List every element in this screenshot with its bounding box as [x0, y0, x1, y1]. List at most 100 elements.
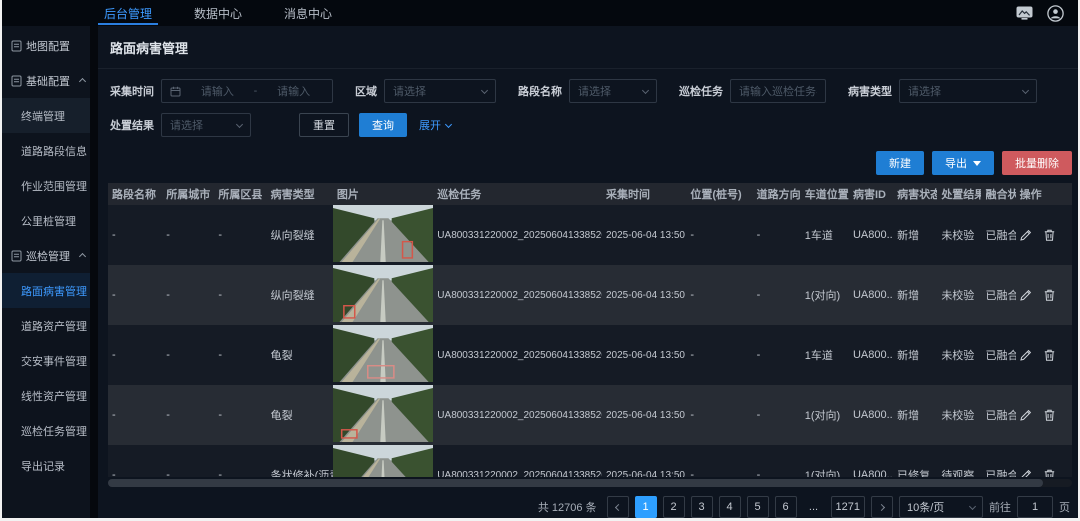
top-tab-backend[interactable]: 后台管理: [104, 0, 152, 26]
cell-county: -: [214, 325, 266, 385]
road-name-select[interactable]: 请选择: [569, 79, 657, 103]
cell-road-name: -: [108, 205, 162, 265]
top-tab-data-center[interactable]: 数据中心: [194, 0, 242, 26]
delete-button[interactable]: [1044, 289, 1055, 301]
sidebar-item-map-config[interactable]: 地图配置: [2, 28, 90, 63]
main-content: 路面病害管理 采集时间 请输入 - 请输入: [98, 26, 1078, 518]
user-avatar-icon[interactable]: [1047, 5, 1064, 22]
table-row[interactable]: ---龟裂UA800331220002_20250604133852059202…: [108, 325, 1072, 385]
edit-button[interactable]: [1020, 469, 1032, 477]
edit-button[interactable]: [1020, 349, 1032, 361]
cell-status: 新增: [893, 265, 937, 325]
page-title: 路面病害管理: [98, 26, 1078, 69]
cell-position: -: [686, 385, 752, 445]
disease-type-select[interactable]: 请选择: [899, 79, 1037, 103]
edit-button[interactable]: [1020, 409, 1032, 421]
sidebar-item-inspection-task-mgmt[interactable]: 巡检任务管理: [2, 413, 90, 448]
cell-task: UA800331220002_20250604133852059: [433, 265, 602, 325]
sidebar-item-road-section-info[interactable]: 道路路段信息: [2, 133, 90, 168]
page-button-3[interactable]: 3: [691, 496, 713, 518]
sidebar-item-basic-config[interactable]: 基础配置: [2, 63, 90, 98]
page-more-button[interactable]: ...: [803, 496, 825, 518]
disease-type-label: 病害类型: [848, 83, 892, 99]
prev-page-button[interactable]: [607, 496, 629, 518]
cell-task: UA800331220002_20250604133852059: [433, 385, 602, 445]
cell-road-name: -: [108, 265, 162, 325]
delete-button[interactable]: [1044, 349, 1055, 361]
cell-city: -: [162, 385, 214, 445]
sidebar-item-road-disease-mgmt[interactable]: 路面病害管理: [2, 273, 90, 308]
cell-direction: -: [753, 205, 801, 265]
app-window: 后台管理 数据中心 消息中心 地图配置基础配置终端管理道路路段信息作业范围管理公里桩…: [2, 0, 1078, 518]
delete-button[interactable]: [1044, 469, 1055, 477]
horizontal-scrollbar[interactable]: [108, 479, 1072, 487]
expand-toggle[interactable]: 展开: [419, 117, 451, 133]
page-button-6[interactable]: 6: [775, 496, 797, 518]
column-header: 病害ID: [849, 183, 893, 205]
end-date-placeholder: 请输入: [263, 83, 324, 99]
dispose-result-select[interactable]: 请选择: [161, 113, 251, 137]
sidebar-item-road-asset-mgmt[interactable]: 道路资产管理: [2, 308, 90, 343]
sidebar-item-inspection-mgmt[interactable]: 巡检管理: [2, 238, 90, 273]
road-photo[interactable]: [333, 445, 433, 477]
cell-image: [333, 325, 433, 385]
sidebar-item-terminal-mgmt[interactable]: 终端管理: [2, 98, 90, 133]
table-row[interactable]: ---条状修补(沥青)UA800331220002_20250604133852…: [108, 445, 1072, 477]
page-button-1[interactable]: 1: [635, 496, 657, 518]
sidebar-item-export-records[interactable]: 导出记录: [2, 448, 90, 483]
region-select[interactable]: 请选择: [384, 79, 496, 103]
chevron-down-icon: [969, 502, 976, 509]
road-photo[interactable]: [333, 205, 433, 262]
table-row[interactable]: ---纵向裂缝UA800331220002_202506041338520592…: [108, 265, 1072, 325]
goto-page-input[interactable]: [1017, 496, 1053, 518]
screen-image-icon[interactable]: [1016, 6, 1033, 20]
export-button[interactable]: 导出: [932, 151, 994, 175]
column-header: 处置结果: [937, 183, 981, 205]
table-body: ---纵向裂缝UA800331220002_202506041338520592…: [108, 205, 1072, 477]
create-button[interactable]: 新建: [876, 151, 924, 175]
reset-button[interactable]: 重置: [299, 113, 349, 137]
scrollbar-thumb[interactable]: [108, 479, 1043, 487]
cell-road-name: -: [108, 385, 162, 445]
edit-button[interactable]: [1020, 229, 1032, 241]
cell-task: UA800331220002_20250604133852059: [433, 325, 602, 385]
top-tab-message-center[interactable]: 消息中心: [284, 0, 332, 26]
delete-button[interactable]: [1044, 409, 1055, 421]
batch-delete-button[interactable]: 批量删除: [1002, 151, 1072, 175]
chevron-down-icon: [642, 86, 649, 93]
collect-time-range-input[interactable]: 请输入 - 请输入: [161, 79, 333, 103]
page-size-select[interactable]: 10条/页: [899, 496, 983, 518]
road-photo[interactable]: [333, 385, 433, 442]
edit-button[interactable]: [1020, 289, 1032, 301]
road-photo[interactable]: [333, 325, 433, 382]
menu-doc-icon: [11, 40, 22, 52]
cell-county: -: [214, 445, 266, 477]
page-button-1271[interactable]: 1271: [831, 496, 865, 518]
next-page-button[interactable]: [871, 496, 893, 518]
cell-image: [333, 205, 433, 265]
page-button-5[interactable]: 5: [747, 496, 769, 518]
chevron-down-icon: [481, 86, 488, 93]
sidebar: 地图配置基础配置终端管理道路路段信息作业范围管理公里桩管理巡检管理路面病害管理道…: [2, 26, 90, 518]
table-header-row: 路段名称所属城市所属区县病害类型图片巡检任务采集时间位置(桩号)道路方向车道位置…: [108, 183, 1072, 205]
cell-collect-time: 2025-06-04 13:50: [602, 385, 686, 445]
sidebar-item-traffic-event-mgmt[interactable]: 交安事件管理: [2, 343, 90, 378]
table-row[interactable]: ---龟裂UA800331220002_20250604133852059202…: [108, 385, 1072, 445]
chevron-up-icon: [79, 253, 86, 260]
road-photo[interactable]: [333, 265, 433, 322]
delete-button[interactable]: [1044, 229, 1055, 241]
topbar-right: [1016, 5, 1064, 22]
cell-image: [333, 385, 433, 445]
search-button[interactable]: 查询: [359, 113, 407, 137]
sidebar-item-km-post-mgmt[interactable]: 公里桩管理: [2, 203, 90, 238]
sidebar-item-linear-asset-mgmt[interactable]: 线性资产管理: [2, 378, 90, 413]
cell-disease-type: 条状修补(沥青): [267, 445, 333, 477]
page-button-4[interactable]: 4: [719, 496, 741, 518]
cell-collect-time: 2025-06-04 13:50: [602, 445, 686, 477]
cell-direction: -: [753, 385, 801, 445]
inspection-task-input[interactable]: 请输入巡检任务名称: [730, 79, 826, 103]
table-row[interactable]: ---纵向裂缝UA800331220002_202506041338520592…: [108, 205, 1072, 265]
sidebar-item-work-scope-mgmt[interactable]: 作业范围管理: [2, 168, 90, 203]
cell-county: -: [214, 205, 266, 265]
page-button-2[interactable]: 2: [663, 496, 685, 518]
